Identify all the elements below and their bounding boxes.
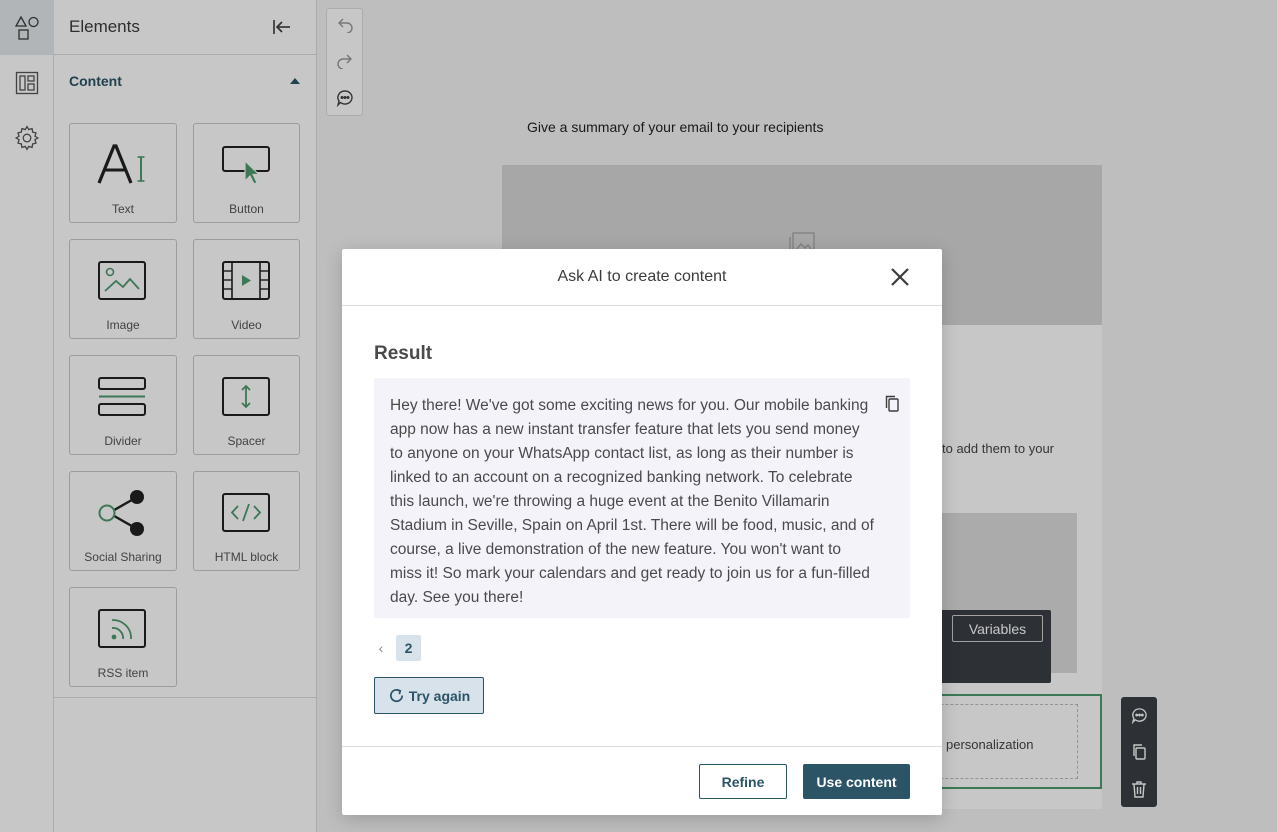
modal-header: Ask AI to create content xyxy=(342,249,942,306)
close-icon[interactable] xyxy=(890,267,910,287)
use-content-button[interactable]: Use content xyxy=(803,764,910,799)
chevron-left-icon[interactable]: ‹ xyxy=(374,635,388,661)
refine-button[interactable]: Refine xyxy=(699,764,787,799)
result-text: Hey there! We've got some exciting news … xyxy=(390,397,874,606)
result-heading: Result xyxy=(374,343,433,364)
result-box: Hey there! We've got some exciting news … xyxy=(374,378,910,618)
page-number[interactable]: 2 xyxy=(396,635,421,661)
modal-footer: Refine Use content xyxy=(342,746,942,815)
try-again-label: Try again xyxy=(408,687,471,704)
refresh-icon xyxy=(389,689,403,703)
modal-title: Ask AI to create content xyxy=(557,268,727,285)
copy-icon[interactable] xyxy=(884,395,900,413)
result-pager: ‹ 2 xyxy=(374,635,421,661)
try-again-button[interactable]: Try again xyxy=(374,677,484,714)
ai-content-modal: Ask AI to create content Result Hey ther… xyxy=(342,249,942,815)
